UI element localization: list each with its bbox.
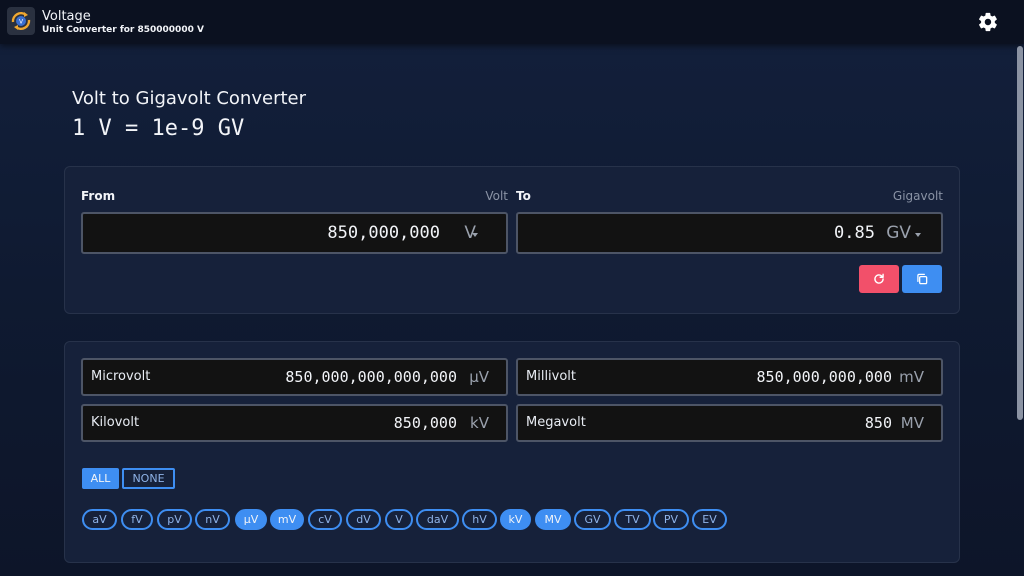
- to-unit-select[interactable]: GV: [886, 223, 911, 243]
- result-unit-name: Kilovolt: [91, 415, 140, 430]
- unit-chip[interactable]: GV: [574, 509, 611, 530]
- unit-chip[interactable]: hV: [462, 509, 497, 530]
- unit-chip[interactable]: TV: [614, 509, 651, 530]
- app-title: Voltage: [42, 9, 91, 24]
- gear-icon[interactable]: [977, 11, 999, 33]
- unit-chip[interactable]: MV: [535, 509, 571, 530]
- to-unit-name: Gigavolt: [892, 189, 943, 203]
- unit-chip[interactable]: kV: [500, 509, 531, 530]
- result-unit-symbol: MV: [900, 414, 924, 432]
- unit-chip[interactable]: EV: [692, 509, 727, 530]
- unit-chip[interactable]: cV: [308, 509, 342, 530]
- to-value-input[interactable]: 0.85: [834, 223, 875, 243]
- voltage-app-icon: V: [7, 7, 35, 35]
- result-row: Microvolt 850,000,000,000,000 µV: [81, 358, 508, 396]
- unit-chip[interactable]: nV: [195, 509, 230, 530]
- from-unit-name: Volt: [485, 189, 508, 203]
- unit-chip[interactable]: daV: [416, 509, 459, 530]
- to-field[interactable]: 0.85 GV: [516, 212, 943, 254]
- to-label: To: [516, 189, 531, 203]
- result-row: Millivolt 850,000,000,000 mV: [516, 358, 943, 396]
- from-label: From: [81, 189, 116, 203]
- from-value-input[interactable]: 850,000,000: [327, 223, 440, 243]
- result-unit-name: Megavolt: [526, 415, 586, 430]
- result-unit-name: Millivolt: [526, 369, 577, 384]
- unit-chip[interactable]: pV: [157, 509, 192, 530]
- unit-chip[interactable]: mV: [270, 509, 304, 530]
- result-unit-symbol: kV: [470, 414, 489, 432]
- unit-chip[interactable]: fV: [121, 509, 153, 530]
- unit-chip[interactable]: PV: [653, 509, 689, 530]
- unit-chip[interactable]: aV: [82, 509, 117, 530]
- copy-icon: [917, 273, 928, 285]
- unit-chip[interactable]: V: [385, 509, 413, 530]
- result-value: 850,000: [393, 414, 457, 432]
- conversion-formula: 1 V = 1e-9 GV: [72, 116, 245, 141]
- result-unit-symbol: µV: [469, 368, 489, 386]
- reset-button[interactable]: [859, 265, 899, 293]
- result-unit-name: Microvolt: [91, 369, 151, 384]
- unit-chip[interactable]: dV: [346, 509, 381, 530]
- result-value: 850,000,000,000,000: [285, 368, 457, 386]
- from-field[interactable]: 850,000,000 V: [81, 212, 508, 254]
- select-none-button[interactable]: NONE: [122, 468, 175, 489]
- result-unit-symbol: mV: [899, 368, 924, 386]
- scrollbar[interactable]: [1017, 46, 1023, 420]
- top-bar: V Voltage Unit Converter for 850000000 V: [0, 0, 1024, 44]
- refresh-icon: [874, 273, 884, 284]
- unit-chip[interactable]: µV: [235, 509, 267, 530]
- app-subtitle: Unit Converter for 850000000 V: [42, 25, 204, 35]
- chevron-down-icon[interactable]: [915, 233, 921, 237]
- result-row: Kilovolt 850,000 kV: [81, 404, 508, 442]
- chevron-down-icon[interactable]: [472, 233, 478, 237]
- copy-button[interactable]: [902, 265, 942, 293]
- result-value: 850: [864, 414, 892, 432]
- result-value: 850,000,000,000: [756, 368, 892, 386]
- page-title: Volt to Gigavolt Converter: [72, 88, 306, 109]
- select-all-button[interactable]: ALL: [82, 468, 119, 489]
- result-row: Megavolt 850 MV: [516, 404, 943, 442]
